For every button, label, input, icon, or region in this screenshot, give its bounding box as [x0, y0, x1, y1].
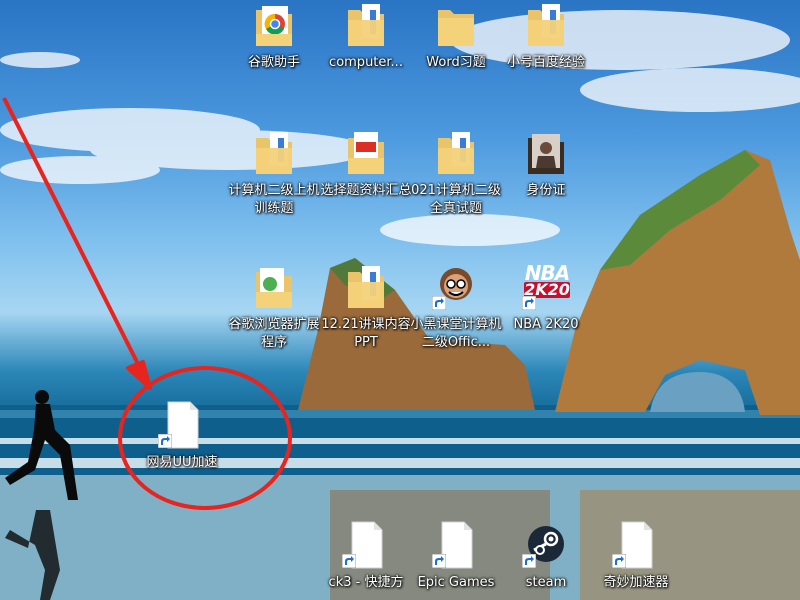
desktop-icon-label: 小号百度经验 [506, 55, 585, 70]
shortcut-arrow-icon [432, 296, 446, 310]
desktop-icon[interactable]: 谷歌浏览器扩展程序 [228, 262, 320, 350]
desktop-icon[interactable]: computer... [320, 0, 412, 88]
folder-doc-icon [348, 266, 384, 308]
desktop-icon[interactable]: ck3 - 快捷方 [320, 520, 412, 600]
desktop-icon[interactable]: 谷歌助手 [228, 0, 320, 88]
desktop-icon-label: 计算机二级上机训练题 [228, 183, 320, 216]
desktop-icon[interactable]: steam [500, 520, 592, 600]
shortcut-arrow-icon [432, 554, 446, 568]
desktop-icon-label: 选择题资料汇总 [320, 183, 412, 198]
desktop-icon[interactable]: 小号百度经验 [500, 0, 592, 88]
shortcut-arrow-icon [522, 554, 536, 568]
desktop-icon[interactable]: 12.21讲课内容PPT [320, 262, 412, 350]
desktop-icon[interactable]: 小黑课堂计算机二级Offic... [410, 262, 502, 350]
desktop-icon-label: computer... [329, 55, 403, 70]
folder-photo-icon [528, 134, 564, 174]
desktop-icon[interactable]: Word习题 [410, 0, 502, 88]
desktop-icon-label: 谷歌浏览器扩展程序 [228, 317, 320, 350]
desktop-icon[interactable]: 身份证 [500, 128, 592, 216]
desktop-icon[interactable]: 奇妙加速器 [590, 520, 682, 600]
folder-icon [438, 10, 474, 46]
shortcut-arrow-icon [158, 434, 172, 448]
desktop-icon[interactable]: 网易UU加速 [136, 400, 228, 488]
folder-chrome-icon [256, 6, 292, 46]
desktop-icon-label: 网易UU加速 [146, 455, 218, 470]
desktop-icon-label: 奇妙加速器 [603, 575, 669, 590]
desktop-icon[interactable]: 计算机二级上机训练题 [228, 128, 320, 216]
folder-green-icon [256, 268, 292, 308]
desktop-icon-label: NBA 2K20 [513, 317, 579, 332]
shortcut-arrow-icon [612, 554, 626, 568]
folder-doc-icon [348, 4, 384, 46]
folder-doc-icon [256, 132, 292, 174]
shortcut-arrow-icon [342, 554, 356, 568]
desktop-icon-label: steam [525, 575, 567, 590]
desktop-icon-label: Word习题 [426, 55, 486, 70]
desktop-icon-label: 021计算机二级全真试题 [411, 183, 501, 216]
desktop-icon-label: 身份证 [526, 183, 566, 198]
folder-doc-icon [438, 132, 474, 174]
desktop-icon-label: ck3 - 快捷方 [328, 575, 404, 590]
desktop-icon[interactable]: Epic Games [410, 520, 502, 600]
desktop-icon[interactable]: 选择题资料汇总 [320, 128, 412, 216]
desktop-icon-label: 12.21讲课内容PPT [321, 317, 411, 350]
shortcut-arrow-icon [522, 296, 536, 310]
folder-pdf-icon [348, 132, 384, 174]
desktop-icon[interactable]: 021计算机二级全真试题 [410, 128, 502, 216]
desktop-icon[interactable]: NBA 2K20 NBA 2K20 [500, 262, 592, 350]
folder-doc-icon [528, 4, 564, 46]
desktop-icon-label: 小黑课堂计算机二级Offic... [410, 317, 502, 350]
desktop: 谷歌助手 computer... Word习题 小号百度经验计算机二级上机训练题 选择题… [0, 0, 800, 600]
desktop-icon-label: 谷歌助手 [247, 55, 300, 70]
desktop-icon-label: Epic Games [417, 575, 495, 590]
